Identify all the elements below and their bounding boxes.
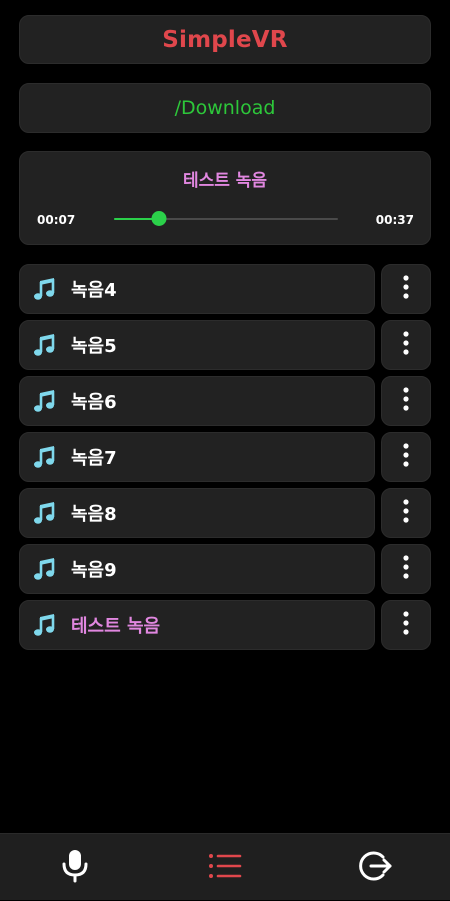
list-item: 녹음4 <box>19 264 431 314</box>
nav-exit-button[interactable] <box>300 834 450 901</box>
list-icon <box>208 852 242 884</box>
list-item: 녹음9 <box>19 544 431 594</box>
music-note-icon <box>33 556 57 582</box>
seek-thumb[interactable] <box>151 211 167 226</box>
music-note-icon <box>33 500 57 526</box>
more-vertical-icon <box>402 330 410 360</box>
recording-item[interactable]: 녹음5 <box>19 320 375 370</box>
folder-path: /Download <box>174 97 276 119</box>
item-menu-button[interactable] <box>381 544 431 594</box>
recording-name: 녹음8 <box>71 504 117 525</box>
list-item: 녹음6 <box>19 376 431 426</box>
microphone-icon <box>60 848 90 888</box>
list-item: 녹음7 <box>19 432 431 482</box>
item-menu-button[interactable] <box>381 264 431 314</box>
music-note-icon <box>33 276 57 302</box>
recording-name: 녹음5 <box>71 336 117 357</box>
more-vertical-icon <box>402 498 410 528</box>
list-item: 테스트 녹음 <box>19 600 431 650</box>
list-item: 녹음5 <box>19 320 431 370</box>
current-time: 00:07 <box>37 213 76 227</box>
recording-name: 녹음7 <box>71 448 117 469</box>
item-menu-button[interactable] <box>381 488 431 538</box>
now-playing-title: 테스트 녹음 <box>182 171 268 191</box>
list-item: 녹음8 <box>19 488 431 538</box>
music-note-icon <box>33 388 57 414</box>
music-note-icon <box>33 612 57 638</box>
recording-item[interactable]: 녹음7 <box>19 432 375 482</box>
recording-name: 녹음9 <box>71 560 117 581</box>
logout-icon <box>357 848 393 888</box>
more-vertical-icon <box>402 442 410 472</box>
recording-name: 녹음4 <box>71 280 117 301</box>
music-note-icon <box>33 444 57 470</box>
folder-path-bar[interactable]: /Download <box>19 83 431 133</box>
app-title: SimpleVR <box>162 26 288 53</box>
recording-item[interactable]: 녹음8 <box>19 488 375 538</box>
seek-bar[interactable] <box>114 210 338 228</box>
item-menu-button[interactable] <box>381 376 431 426</box>
recording-item[interactable]: 테스트 녹음 <box>19 600 375 650</box>
more-vertical-icon <box>402 554 410 584</box>
item-menu-button[interactable] <box>381 320 431 370</box>
recording-item[interactable]: 녹음4 <box>19 264 375 314</box>
more-vertical-icon <box>402 610 410 640</box>
player-panel: 테스트 녹음 00:07 00:37 <box>19 151 431 245</box>
item-menu-button[interactable] <box>381 432 431 482</box>
bottom-navigation <box>0 833 450 900</box>
recording-item[interactable]: 녹음9 <box>19 544 375 594</box>
more-vertical-icon <box>402 386 410 416</box>
more-vertical-icon <box>402 274 410 304</box>
item-menu-button[interactable] <box>381 600 431 650</box>
recording-name: 녹음6 <box>71 392 117 413</box>
recording-name: 테스트 녹음 <box>71 616 161 637</box>
total-time: 00:37 <box>375 213 414 227</box>
app-title-bar: SimpleVR <box>19 15 431 64</box>
recording-list: 녹음4 녹음5 녹음6 녹음7 녹음8 녹음9 테스트 녹음 <box>19 264 431 656</box>
nav-list-button[interactable] <box>150 834 300 901</box>
recording-item[interactable]: 녹음6 <box>19 376 375 426</box>
music-note-icon <box>33 332 57 358</box>
nav-record-button[interactable] <box>0 834 150 901</box>
